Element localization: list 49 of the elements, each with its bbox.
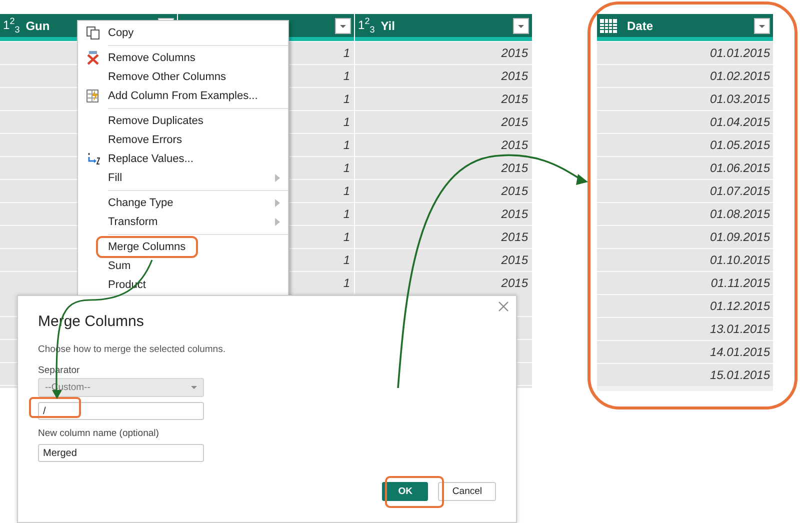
column-header[interactable]: 1$^{2}$$_{3}$ Yil: [355, 14, 532, 41]
column-header[interactable]: Date: [597, 14, 773, 41]
table-cell: 01.03.2015: [597, 87, 773, 110]
table-cell: 2015: [355, 156, 532, 179]
table-cell: 2015: [355, 64, 532, 87]
ok-button[interactable]: OK: [382, 482, 428, 501]
table-cell: 15.01.2015: [597, 363, 773, 386]
dropdown-icon[interactable]: [513, 18, 529, 34]
table-cell: 2015: [355, 133, 532, 156]
column-name-field[interactable]: Merged: [38, 444, 204, 462]
table-cell: 01.07.2015: [597, 179, 773, 202]
table-cell: 2015: [355, 41, 532, 64]
remove-columns-icon: [86, 50, 100, 64]
table-cell: 2015: [355, 110, 532, 133]
cancel-button[interactable]: Cancel: [438, 482, 496, 501]
column-title: Gun: [26, 18, 50, 32]
table-cell: 01.09.2015: [597, 225, 773, 248]
table-cell: 01.05.2015: [597, 133, 773, 156]
column-title: Date: [627, 18, 654, 32]
close-icon[interactable]: [498, 301, 509, 312]
table-cell: 14.01.2015: [597, 340, 773, 363]
dropdown-icon[interactable]: [335, 18, 351, 34]
table-cell: 2015: [355, 271, 532, 294]
table-cell: 01.04.2015: [597, 110, 773, 133]
submenu-arrow-icon: [275, 198, 280, 206]
replace-values-icon: [86, 152, 100, 166]
table-cell: 01.06.2015: [597, 156, 773, 179]
table-cell: 01.02.2015: [597, 64, 773, 87]
table-cell: 2015: [355, 248, 532, 271]
table-cell: 01.12.2015: [597, 294, 773, 317]
caret-icon: [191, 386, 197, 390]
copy-icon: [86, 26, 100, 40]
separator-field[interactable]: /: [38, 402, 204, 420]
column-title: Yil: [380, 18, 395, 32]
table-cell: 2015: [355, 87, 532, 110]
submenu-arrow-icon: [275, 218, 280, 226]
submenu-arrow-icon: [275, 174, 280, 182]
table-icon: [600, 18, 617, 32]
table-cell: 13.01.2015: [597, 317, 773, 340]
table-cell: 2015: [355, 202, 532, 225]
table-cell: 01.10.2015: [597, 248, 773, 271]
dropdown-icon[interactable]: [754, 18, 770, 34]
field-label: New column name (optional): [38, 428, 160, 439]
column-examples-icon: [86, 88, 100, 102]
table-cell: 2015: [355, 179, 532, 202]
table-cell: 01.01.2015: [597, 41, 773, 64]
table-cell: 01.11.2015: [597, 271, 773, 294]
table-cell: 2015: [355, 225, 532, 248]
table-cell: 01.08.2015: [597, 202, 773, 225]
